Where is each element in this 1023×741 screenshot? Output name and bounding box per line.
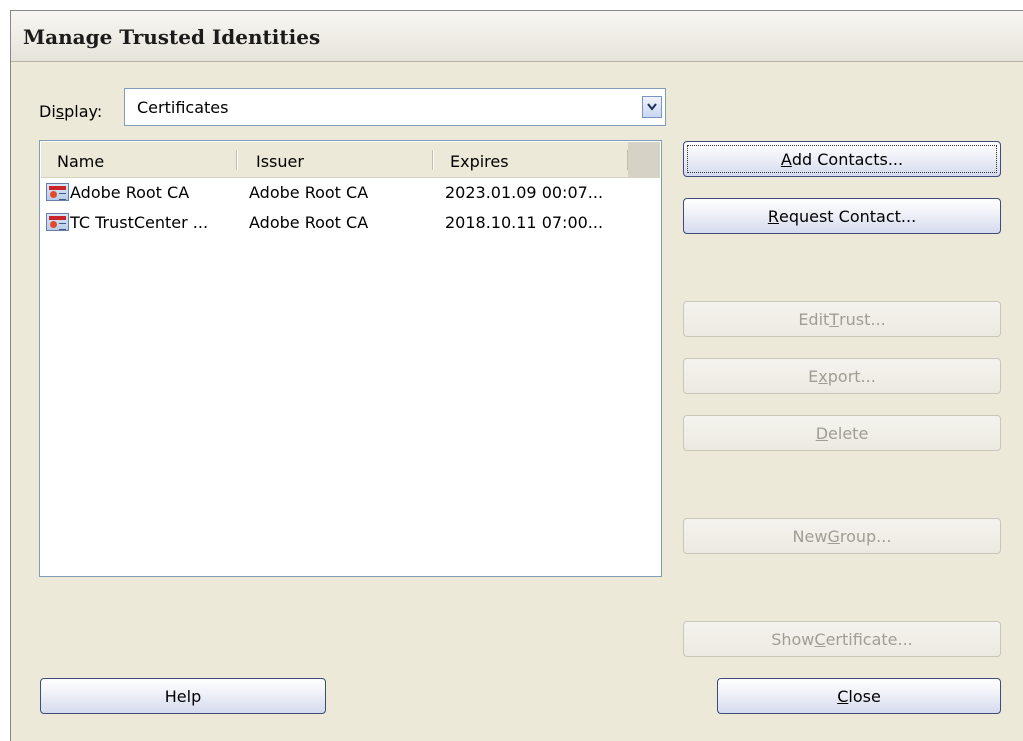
row-name: Adobe Root CA [70,183,190,202]
row-expires: 2023.01.09 00:07... [445,183,604,202]
row-issuer: Adobe Root CA [249,183,369,202]
column-header-issuer[interactable]: Issuer [256,152,304,171]
display-dropdown-value: Certificates [137,98,229,117]
dialog-title: Manage Trusted Identities [23,25,321,49]
identities-list[interactable]: Name Issuer Expires Adobe Root CA Adobe … [39,140,662,577]
display-dropdown[interactable]: Certificates [124,88,666,126]
row-expires: 2018.10.11 07:00... [445,213,604,232]
list-row[interactable]: Adobe Root CA Adobe Root CA 2023.01.09 0… [41,180,660,206]
row-name: TC TrustCenter ... [70,213,209,232]
manage-trusted-identities-dialog: Manage Trusted Identities Display: Certi… [10,10,1023,741]
list-row[interactable]: TC TrustCenter ... Adobe Root CA 2018.10… [41,210,660,236]
column-divider[interactable] [236,150,238,170]
column-header-expires[interactable]: Expires [450,152,509,171]
certificate-icon [46,183,69,201]
certificate-icon [46,213,69,231]
chevron-down-icon[interactable] [642,96,662,118]
edit-trust-button[interactable]: Edit Trust... [683,301,1001,337]
delete-button[interactable]: Delete [683,415,1001,451]
display-label: Display: [39,102,103,121]
title-bar: Manage Trusted Identities [11,11,1023,62]
row-issuer: Adobe Root CA [249,213,369,232]
help-button[interactable]: Help [40,678,326,714]
header-filler [628,142,660,177]
column-divider[interactable] [432,150,434,170]
show-certificate-button[interactable]: Show Certificate... [683,621,1001,657]
column-header-name[interactable]: Name [57,152,104,171]
add-contacts-button[interactable]: Add Contacts... [683,141,1001,177]
close-button[interactable]: Close [717,678,1001,714]
export-button[interactable]: Ex port... [683,358,1001,394]
list-header: Name Issuer Expires [41,142,660,178]
request-contact-button[interactable]: Request Contact... [683,198,1001,234]
new-group-button[interactable]: New Group... [683,518,1001,554]
